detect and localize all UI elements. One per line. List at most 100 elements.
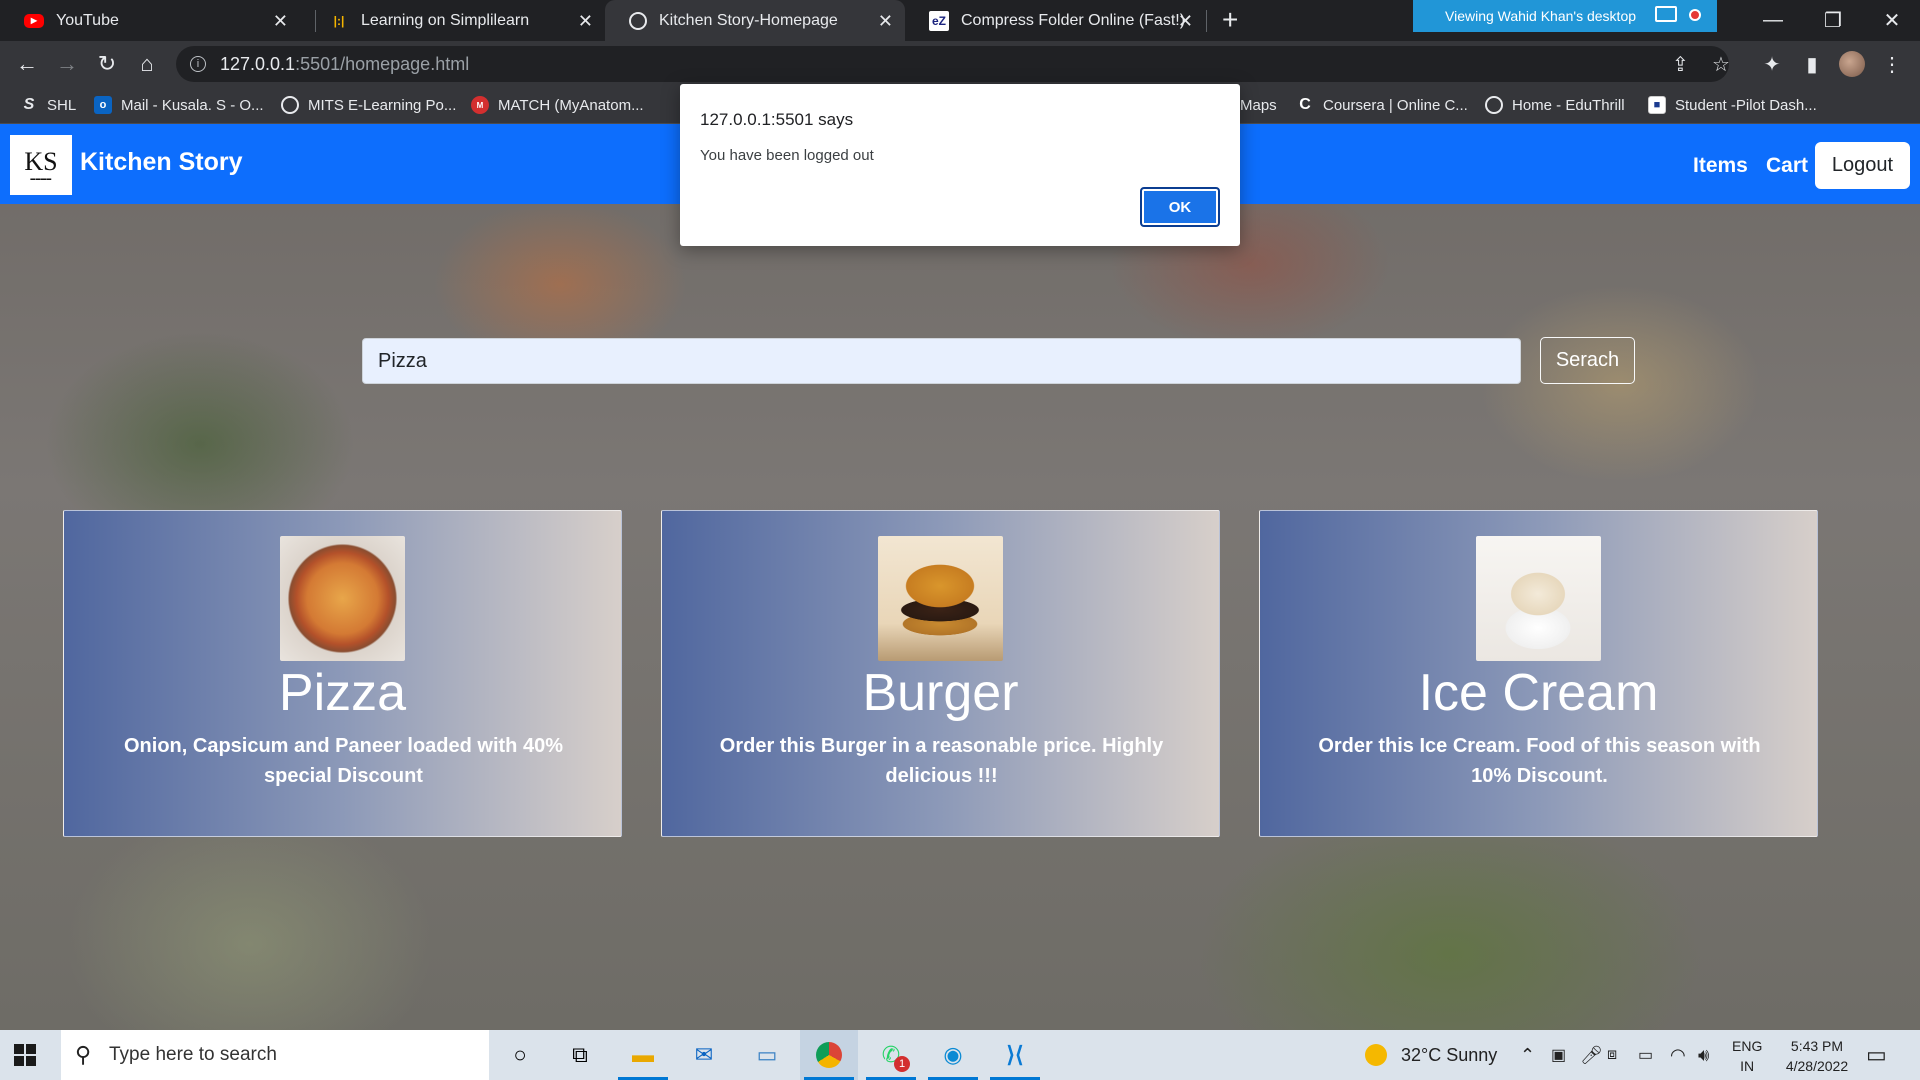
clock-date: 4/28/2022 [1785,1058,1849,1074]
remote-icon[interactable]: ⧈ [1607,1030,1617,1080]
bookmark-student-pilot[interactable]: ■ Student -Pilot Dash... [1648,94,1817,116]
new-tab-button[interactable]: + [1222,4,1238,36]
tab-simplilearn[interactable]: |:| Learning on Simplilearn ✕ [305,0,605,41]
record-icon[interactable] [1689,9,1701,21]
task-view-icon[interactable]: ⧉ [551,1030,609,1080]
windows-start-icon[interactable] [14,1044,36,1066]
side-panel-icon[interactable]: ▮ [1798,50,1826,78]
laptop-app-icon[interactable]: ▭ [738,1030,796,1080]
bookmark-label: Maps [1240,96,1277,114]
tab-youtube[interactable]: ▶ YouTube ✕ [0,0,300,41]
close-window-button[interactable]: ✕ [1864,0,1920,41]
bookmark-eduthrill[interactable]: Home - EduThrill [1485,94,1625,116]
student-pilot-icon: ■ [1648,96,1666,114]
language-indicator[interactable]: ENG IN [1732,1036,1762,1076]
weather-widget[interactable]: 32°C Sunny [1365,1030,1497,1080]
wifi-icon[interactable]: ◠ [1670,1030,1686,1080]
page-content: KS ▬▬▬▬ Kitchen Story Items Cart Logout … [0,124,1920,1030]
logout-button[interactable]: Logout [1815,142,1910,189]
card-title: Pizza [278,664,407,722]
mail-icon[interactable]: ✉ [675,1030,733,1080]
dialog-message: You have been logged out [700,147,874,164]
extensions-icon[interactable]: ✦ [1758,50,1786,78]
card-title: Ice Cream [1418,664,1659,722]
chrome-icon[interactable] [800,1030,858,1080]
card-text: Order this Burger in a reasonable price.… [719,735,1164,787]
nav-cart-link[interactable]: Cart [1766,154,1808,178]
search-icon: ⚲ [75,1042,92,1067]
tab-compress-folder[interactable]: eZ Compress Folder Online (Fast!) ✕ [905,0,1205,41]
bookmark-mail[interactable]: o Mail - Kusala. S - O... [94,94,264,116]
bookmark-label: Coursera | Online C... [1323,96,1468,114]
vscode-icon[interactable]: ⟩⟨ [986,1030,1044,1080]
close-tab-icon[interactable]: ✕ [878,11,893,32]
cortana-icon[interactable]: ○ [491,1030,549,1080]
profile-avatar[interactable] [1838,50,1866,78]
bookmark-label: SHL [47,96,77,114]
clock-time: 5:43 PM [1790,1038,1844,1054]
outlook-icon: o [94,96,112,114]
brand-logo[interactable]: KS ▬▬▬▬ [10,135,72,195]
bookmark-label: MATCH (MyAnatom... [498,96,644,114]
pizza-image [280,536,405,661]
tab-title: Compress Folder Online (Fast!) [961,11,1186,29]
bookmark-coursera[interactable]: C Coursera | Online C... [1296,94,1468,116]
remote-screen-icon[interactable] [1655,6,1677,22]
ok-button[interactable]: OK [1140,187,1220,227]
battery-icon[interactable]: ▭ [1638,1030,1653,1080]
site-info-icon[interactable]: i [190,56,206,72]
volume-icon[interactable]: 🔊︎ [1698,1030,1709,1080]
shl-icon: S [23,96,35,113]
bookmark-match[interactable]: M MATCH (MyAnatom... [471,94,644,116]
card-text: Order this Ice Cream. Food of this seaso… [1318,735,1761,787]
bookmark-star-icon[interactable]: ☆ [1712,52,1730,77]
bookmark-mits[interactable]: MITS E-Learning Po... [281,94,456,116]
search-button[interactable]: Serach [1540,337,1635,384]
food-card-pizza: Pizza Onion, Capsicum and Paneer loaded … [63,510,622,837]
menu-icon[interactable]: ⋮ [1878,50,1906,78]
simplilearn-icon: |:| [333,13,345,28]
address-bar[interactable]: i 127.0.0.1:5501/homepage.html [176,46,1729,82]
tab-title: YouTube [56,11,119,29]
lang-code: ENG [1732,1038,1763,1054]
remote-viewing-banner: Viewing Wahid Khan's desktop [1413,0,1717,32]
tab-kitchen-story[interactable]: Kitchen Story-Homepage ✕ [605,0,905,41]
show-hidden-icons[interactable]: ⌃ [1520,1030,1535,1080]
forward-icon[interactable]: → [52,49,82,79]
eduthrill-icon [1485,96,1503,114]
card-text: Onion, Capsicum and Paneer loaded with 4… [124,735,563,787]
bookmark-label: MITS E-Learning Po... [308,96,457,114]
restore-button[interactable]: ❐ [1805,0,1861,41]
url-host: 127.0.0.1 [220,53,296,74]
bookmark-maps[interactable]: Maps [1240,94,1277,116]
close-tab-icon[interactable]: ✕ [578,11,593,32]
clock[interactable]: 5:43 PM 4/28/2022 [1782,1036,1852,1076]
notifications-icon[interactable]: ▭ [1866,1030,1887,1080]
globe-icon [629,11,647,30]
close-tab-icon[interactable]: ✕ [1178,11,1193,32]
brand-logo-text: KS [24,146,58,176]
dialog-title: 127.0.0.1:5501 says [700,110,854,129]
whatsapp-icon[interactable]: ✆ 1 [862,1030,920,1080]
brand-name[interactable]: Kitchen Story [80,148,243,177]
minimize-button[interactable]: — [1745,0,1801,41]
share-icon[interactable]: ⇪ [1672,52,1689,77]
bookmark-shl[interactable]: S SHL [20,94,77,116]
avatar [1839,51,1865,77]
home-icon[interactable]: ⌂ [132,49,162,79]
food-card-ice-cream: Ice Cream Order this Ice Cream. Food of … [1259,510,1818,837]
taskbar-search-box[interactable]: ⚲ Type here to search [61,1030,489,1080]
tab-title: Learning on Simplilearn [361,11,530,29]
file-explorer-icon[interactable]: ▬ [614,1030,672,1080]
nav-items-link[interactable]: Items [1693,154,1748,178]
quick-assist-icon[interactable]: ◉ [924,1030,982,1080]
reload-icon[interactable]: ↻ [92,49,122,79]
close-tab-icon[interactable]: ✕ [273,11,288,32]
brand-logo-strip: ▬▬▬▬ [30,176,52,182]
meet-now-icon[interactable]: ▣ [1551,1030,1566,1080]
weather-text: 32°C Sunny [1401,1044,1498,1065]
microphone-icon[interactable]: 🎤︎ [1580,1030,1603,1080]
taskbar: ⚲ Type here to search ○ ⧉ ▬ ✉ ▭ ✆ 1 ◉ ⟩⟨… [0,1030,1920,1080]
back-icon[interactable]: ← [12,49,42,79]
search-input[interactable]: Pizza [362,338,1521,384]
